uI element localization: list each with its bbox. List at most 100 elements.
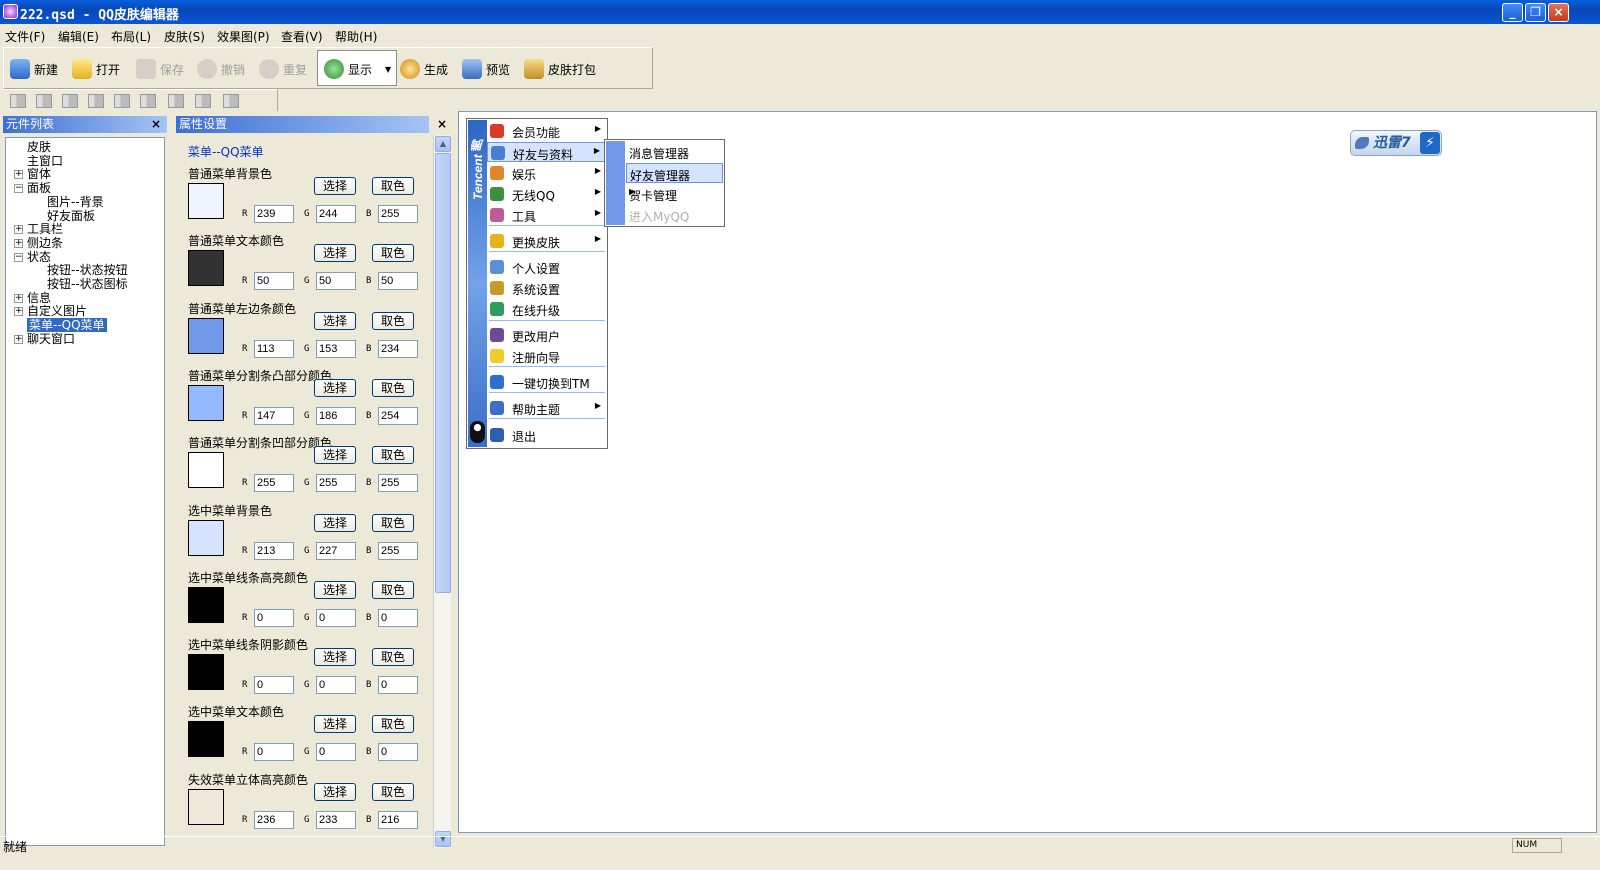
tree-node[interactable]: 好友面板 [47,209,95,223]
same-size-icon[interactable] [223,94,239,108]
align-bottom-icon[interactable] [88,94,104,108]
qq-menu-item[interactable]: 帮助主题 ▶ [487,398,607,418]
align-left-icon[interactable] [10,94,26,108]
g-input[interactable]: 0 [316,608,356,627]
pack-button[interactable]: 皮肤打包 [524,58,596,80]
restore-button[interactable]: ❐ [1525,3,1546,22]
g-input[interactable]: 255 [316,474,356,493]
r-input[interactable]: 255 [254,474,294,493]
g-input[interactable]: 153 [316,339,356,358]
qq-menu-item[interactable]: 注册向导 [487,346,607,366]
b-input[interactable]: 0 [378,608,418,627]
tree-node[interactable]: 工具栏 [27,222,63,236]
select-color-button[interactable]: 选择 [314,580,356,599]
menu-view[interactable]: 查看(V) [281,28,323,45]
pick-color-button[interactable]: 取色 [372,580,414,599]
save-button[interactable]: 保存 [136,58,184,80]
g-input[interactable]: 244 [316,205,356,223]
select-color-button[interactable]: 选择 [314,513,356,532]
g-input[interactable]: 227 [316,541,356,560]
pick-color-button[interactable]: 取色 [372,244,414,263]
select-color-button[interactable]: 选择 [314,311,356,330]
r-input[interactable]: 147 [254,406,294,425]
pick-color-button[interactable]: 取色 [372,446,414,465]
xunlei-badge[interactable]: 迅雷7 ⚡ [1350,130,1442,156]
tree-node[interactable]: 信息 [27,291,51,305]
tree-node[interactable]: 面板 [27,181,51,195]
preview-button[interactable]: 预览 [462,58,510,80]
submenu-item[interactable]: 进入MyQQ [626,205,723,225]
align-right-icon[interactable] [36,94,52,108]
b-input[interactable]: 0 [378,743,418,762]
r-input[interactable]: 239 [254,205,294,223]
menu-effect[interactable]: 效果图(P) [217,28,270,45]
select-color-button[interactable]: 选择 [314,244,356,263]
pick-color-button[interactable]: 取色 [372,782,414,801]
g-input[interactable]: 0 [316,676,356,695]
tree-expander-icon[interactable]: − [14,184,23,194]
property-scrollbar[interactable]: ▲ ▼ [433,135,451,848]
tree-node[interactable]: 状态 [27,250,51,264]
r-input[interactable]: 0 [254,676,294,695]
pick-color-button[interactable]: 取色 [372,311,414,330]
align-hcenter-icon[interactable] [140,94,156,108]
r-input[interactable]: 50 [254,272,294,291]
select-color-button[interactable]: 选择 [314,177,356,195]
same-height-icon[interactable] [195,94,211,108]
select-color-button[interactable]: 选择 [314,782,356,801]
menu-layout[interactable]: 布局(L) [111,28,151,45]
show-button[interactable]: 显示 [324,58,372,80]
same-width-icon[interactable] [168,94,184,108]
menu-file[interactable]: 文件(F) [5,28,45,45]
tree-node[interactable]: 菜单--QQ菜单 [27,318,107,333]
tree-node[interactable]: 皮肤 [27,140,51,154]
undo-button[interactable]: 撤销 [197,58,245,80]
tree-expander-icon[interactable]: + [14,225,23,235]
align-top-icon[interactable] [62,94,78,108]
qq-menu-item[interactable]: 无线QQ ▶ [487,184,607,204]
b-input[interactable]: 234 [378,339,418,358]
component-tree[interactable]: 皮肤 主窗口 + 窗体 − 面板 图片--背景 好友面板 + 工具栏 + 侧边条 − 状态 按钮--状态按钮… [5,137,165,846]
redo-button[interactable]: 重复 [259,58,307,80]
b-input[interactable]: 50 [378,272,418,291]
minimize-button[interactable]: _ [1502,3,1523,22]
g-input[interactable]: 186 [316,406,356,425]
menu-skin[interactable]: 皮肤(S) [164,28,205,45]
r-input[interactable]: 0 [254,743,294,762]
select-color-button[interactable]: 选择 [314,648,356,667]
color-swatch[interactable] [188,183,224,219]
menu-edit[interactable]: 编辑(E) [58,28,99,45]
b-input[interactable]: 0 [378,676,418,695]
tree-node[interactable]: 图片--背景 [47,195,104,209]
pick-color-button[interactable]: 取色 [372,715,414,734]
submenu-item[interactable]: 好友管理器 [626,163,723,183]
component-list-close-button[interactable]: × [151,117,161,131]
tree-expander-icon[interactable]: + [14,307,23,317]
color-swatch[interactable] [188,317,224,354]
tree-node[interactable]: 聊天窗口 [27,332,75,346]
qq-menu-item[interactable]: 在线升级 [487,299,607,319]
tree-node[interactable]: 主窗口 [27,154,63,168]
submenu-item[interactable]: 贺卡管理 ▶ [626,184,723,204]
tree-node[interactable]: 按钮--状态按钮 [47,263,128,277]
b-input[interactable]: 254 [378,406,418,425]
qq-menu-item[interactable]: 系统设置 [487,278,607,298]
b-input[interactable]: 255 [378,541,418,560]
scroll-thumb[interactable] [435,153,451,593]
qq-menu-item[interactable]: 退出 [487,425,607,445]
tree-expander-icon[interactable]: + [14,293,23,303]
qq-menu-item[interactable]: 工具 ▶ [487,205,607,225]
g-input[interactable]: 233 [316,810,356,829]
g-input[interactable]: 50 [316,272,356,291]
tree-expander-icon[interactable]: − [14,252,23,262]
scroll-up-button[interactable]: ▲ [435,136,451,152]
property-panel-close-button[interactable]: × [437,117,447,131]
show-dropdown-button[interactable]: ▼ [385,58,391,80]
pick-color-button[interactable]: 取色 [372,177,414,195]
r-input[interactable]: 0 [254,608,294,627]
new-button[interactable]: 新建 [10,58,58,80]
qq-menu-item[interactable]: 一键切换到TM [487,372,607,392]
qq-menu-item[interactable]: 更换皮肤 ▶ [487,231,607,251]
qq-menu-item[interactable]: 会员功能 ▶ [487,121,607,141]
open-button[interactable]: 打开 [72,58,120,80]
